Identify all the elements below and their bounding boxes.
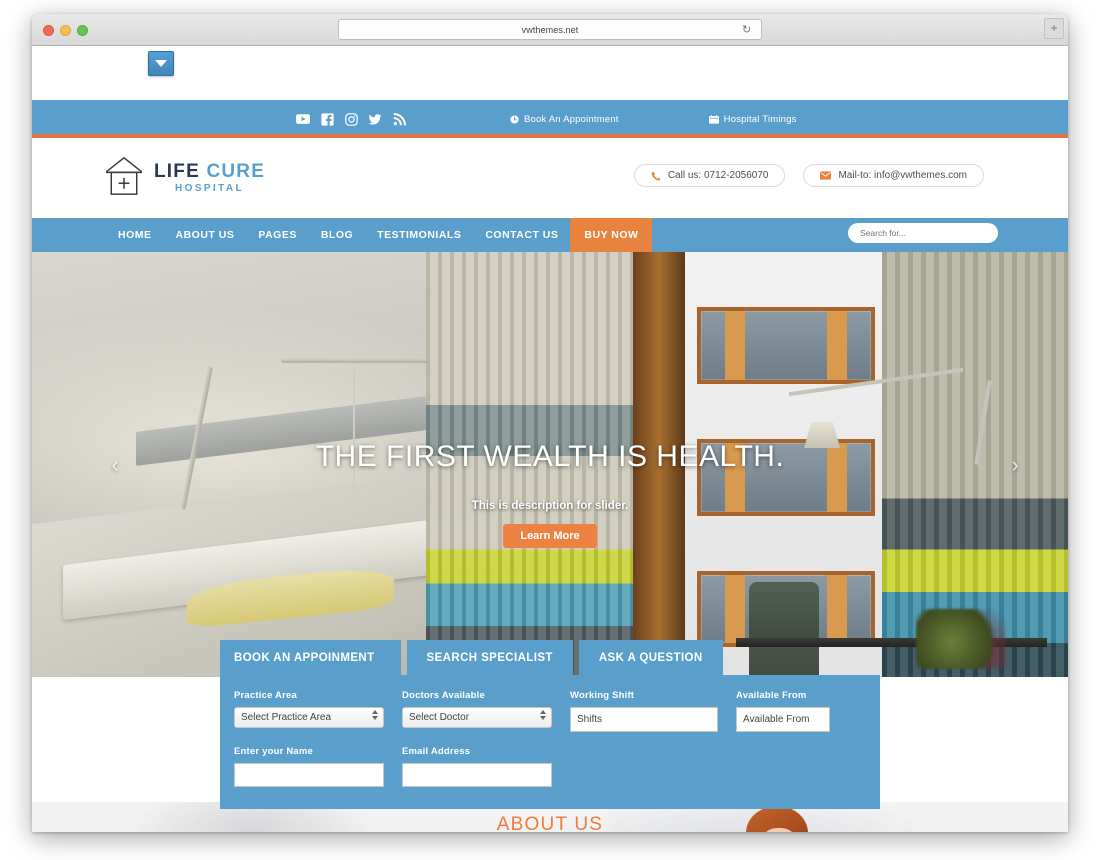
practice-area-label: Practice Area	[234, 690, 297, 701]
caret-down-icon[interactable]	[148, 51, 174, 76]
nav-item-home[interactable]: HOME	[106, 218, 164, 252]
email-input[interactable]	[402, 763, 552, 787]
call-us-pill[interactable]: Call us: 0712-2056070	[633, 164, 786, 187]
book-appointment-label: Book An Appointment	[524, 113, 619, 125]
practice-area-select[interactable]: Select Practice Area	[234, 707, 384, 728]
youtube-icon[interactable]	[296, 112, 310, 126]
chevron-right-icon[interactable]: ›	[1002, 450, 1028, 480]
caret-glyph	[155, 60, 167, 67]
top-utility-bar: Book An Appointment Hospital Timings	[32, 100, 1068, 138]
name-field: Enter your Name	[234, 746, 384, 787]
book-appointment-link[interactable]: Book An Appointment	[510, 114, 619, 125]
booking-form: Practice Area Select Practice Area Docto…	[220, 675, 880, 809]
minimize-window-button[interactable]	[60, 25, 71, 36]
browser-window: vwthemes.net ↻ + Book An Appointment Hos…	[32, 14, 1068, 832]
doctors-available-field: Doctors Available Select Doctor	[402, 690, 552, 732]
tab-ask-a-question[interactable]: ASK A QUESTION	[578, 640, 723, 675]
facebook-icon[interactable]	[320, 112, 334, 126]
nav-item-testimonials[interactable]: TESTIMONIALS	[365, 218, 473, 252]
address-bar[interactable]: vwthemes.net ↻	[338, 19, 762, 40]
logo-wordmark: LIFE CURE HOSPITAL	[154, 158, 265, 194]
nav-item-about-us[interactable]: ABOUT US	[164, 218, 247, 252]
maximize-window-button[interactable]	[77, 25, 88, 36]
buy-now-button[interactable]: BUY NOW	[570, 218, 653, 252]
phone-icon	[651, 171, 661, 180]
practice-area-field: Practice Area Select Practice Area	[234, 690, 384, 732]
appointment-widget: BOOK AN APPOINMENT SEARCH SPECIALIST ASK…	[220, 640, 880, 809]
top-links: Book An Appointment Hospital Timings	[510, 100, 797, 138]
search-box[interactable]	[848, 223, 998, 243]
doctors-available-select[interactable]: Select Doctor	[402, 707, 552, 728]
chevron-left-icon[interactable]: ‹	[102, 450, 128, 480]
logo-life-text: LIFE	[154, 161, 200, 182]
social-links	[296, 112, 406, 126]
booking-form-row-2: Enter your Name Email Address	[234, 746, 866, 787]
learn-more-button[interactable]: Learn More	[503, 524, 597, 548]
hospital-house-plus-icon	[106, 156, 142, 195]
main-navigation: HOME ABOUT US PAGES BLOG TESTIMONIALS CO…	[32, 218, 1068, 252]
close-window-button[interactable]	[43, 25, 54, 36]
available-from-label: Available From	[736, 690, 807, 701]
logo-cure-text: CURE	[206, 161, 266, 182]
rss-icon[interactable]	[392, 112, 406, 126]
search-input[interactable]	[860, 228, 986, 238]
hospital-timings-label: Hospital Timings	[723, 113, 797, 125]
logo-tagline: HOSPITAL	[175, 183, 245, 194]
envelope-icon	[820, 171, 832, 180]
clock-icon	[510, 114, 519, 124]
working-shift-field: Working Shift	[570, 690, 718, 732]
tab-book-an-appointment[interactable]: BOOK AN APPOINMENT	[220, 640, 401, 675]
window-controls[interactable]	[43, 25, 88, 36]
about-title: ABOUT US	[496, 814, 604, 832]
doctors-available-label: Doctors Available	[402, 690, 485, 701]
booking-tabs: BOOK AN APPOINMENT SEARCH SPECIALIST ASK…	[220, 640, 880, 675]
phone-text: Call us: 0712-2056070	[667, 170, 769, 181]
instagram-icon[interactable]	[344, 112, 358, 126]
reload-icon[interactable]: ↻	[742, 24, 753, 36]
calendar-icon	[708, 114, 719, 124]
booking-form-row-1: Practice Area Select Practice Area Docto…	[234, 690, 866, 732]
working-shift-input[interactable]	[570, 707, 718, 732]
available-from-input[interactable]	[736, 707, 830, 732]
email-label: Email Address	[402, 746, 471, 757]
hero-slider: THE FIRST WEALTH IS HEALTH. This is desc…	[32, 252, 1068, 677]
working-shift-label: Working Shift	[570, 690, 635, 701]
tab-search-specialist[interactable]: SEARCH SPECIALIST	[406, 640, 573, 675]
web-page: Book An Appointment Hospital Timings LIF…	[32, 46, 1068, 832]
twitter-icon[interactable]	[368, 112, 382, 126]
new-tab-button[interactable]: +	[1044, 18, 1064, 39]
hero-content: THE FIRST WEALTH IS HEALTH. This is desc…	[32, 252, 1068, 677]
hospital-timings-link[interactable]: Hospital Timings	[708, 113, 797, 125]
name-label: Enter your Name	[234, 746, 314, 757]
nav-item-pages[interactable]: PAGES	[246, 218, 308, 252]
email-field: Email Address	[402, 746, 552, 787]
nav-item-contact-us[interactable]: CONTACT US	[473, 218, 570, 252]
hero-title: THE FIRST WEALTH IS HEALTH.	[315, 440, 785, 473]
email-text: Mail-to: info@vwthemes.com	[838, 170, 967, 181]
available-from-field: Available From	[736, 690, 830, 732]
nav-item-blog[interactable]: BLOG	[309, 218, 365, 252]
browser-titlebar: vwthemes.net ↻ +	[32, 14, 1068, 46]
logo-band: LIFE CURE HOSPITAL Call us: 0712-2056070…	[32, 142, 1068, 218]
name-input[interactable]	[234, 763, 384, 787]
url-text: vwthemes.net	[521, 24, 579, 35]
hero-subtitle: This is description for slider.	[471, 500, 629, 512]
contact-pills: Call us: 0712-2056070 Mail-to: info@vwth…	[633, 164, 984, 187]
nav-items: HOME ABOUT US PAGES BLOG TESTIMONIALS CO…	[106, 218, 653, 252]
site-logo[interactable]: LIFE CURE HOSPITAL	[104, 154, 265, 198]
mail-to-pill[interactable]: Mail-to: info@vwthemes.com	[803, 164, 984, 187]
